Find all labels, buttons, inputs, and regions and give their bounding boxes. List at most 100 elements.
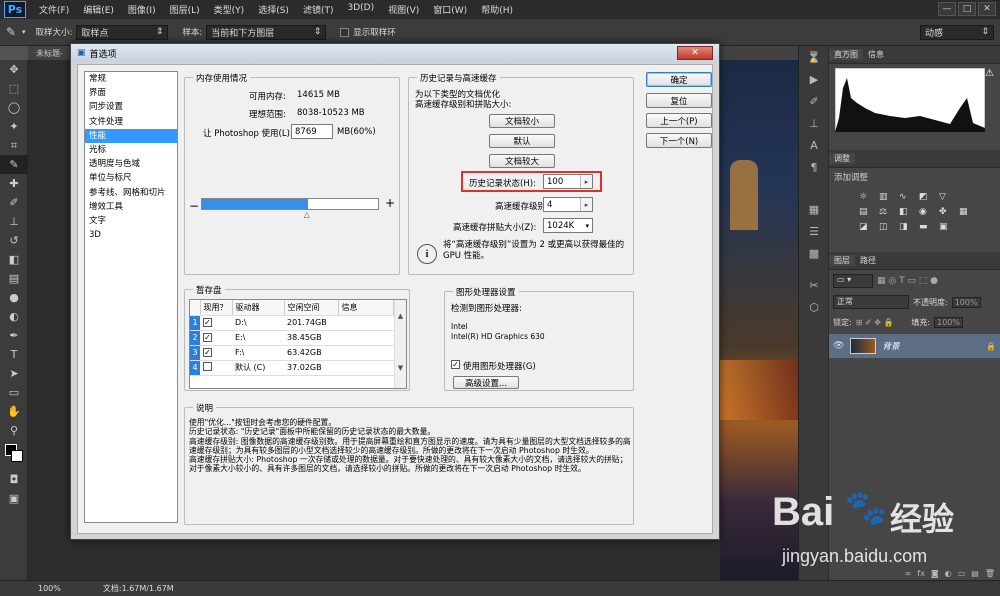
layer-name[interactable]: 背景 xyxy=(882,340,899,352)
dialog-titlebar[interactable]: ▣ 首选项 ✕ xyxy=(71,44,719,62)
use-gpu-checkbox[interactable]: ✓ xyxy=(451,360,460,369)
zoom-tool-icon[interactable]: ⚲ xyxy=(0,421,28,440)
selective-color-icon[interactable]: ▣ xyxy=(939,222,955,232)
active-checkbox[interactable]: ✓ xyxy=(203,318,212,328)
zoom-level[interactable]: 100% xyxy=(38,584,61,593)
menu-item[interactable]: 选择(S) xyxy=(251,3,296,16)
tile-size-select[interactable]: 1024K ▾ xyxy=(543,218,593,233)
character-panel-icon[interactable]: A xyxy=(799,134,829,156)
actions-panel-icon[interactable]: ▶ xyxy=(799,68,829,90)
color-swatches[interactable] xyxy=(0,440,28,470)
active-checkbox[interactable] xyxy=(203,362,212,371)
active-checkbox[interactable]: ✓ xyxy=(203,333,212,343)
memory-usage-input[interactable]: 8769 xyxy=(291,124,333,139)
category-item[interactable]: 常规 xyxy=(85,72,177,86)
lookup-icon[interactable]: ▦ xyxy=(959,207,975,217)
healing-brush-icon[interactable]: ✚ xyxy=(0,174,28,193)
memory-slider-thumb[interactable]: △ xyxy=(304,210,310,219)
screen-mode-icon[interactable]: ▣ xyxy=(0,489,28,508)
menu-item[interactable]: 窗口(W) xyxy=(426,3,474,16)
ok-button[interactable]: 确定 xyxy=(646,72,712,87)
scratch-disk-row[interactable]: 2 ✓ E:\ 38.45GB xyxy=(190,330,394,346)
next-button[interactable]: 下一个(N) xyxy=(646,133,712,148)
layer-comps-icon[interactable]: ▦ xyxy=(799,198,829,220)
tab-histogram[interactable]: 直方图 xyxy=(829,49,863,60)
drive-header[interactable]: 驱动器 xyxy=(232,300,285,316)
category-item[interactable]: 透明度与色域 xyxy=(85,157,177,171)
pen-tool-icon[interactable]: ✒ xyxy=(0,326,28,345)
mixer-icon[interactable]: ✤ xyxy=(939,207,955,217)
menu-item[interactable]: 3D(D) xyxy=(340,3,381,16)
history-brush-icon[interactable]: ↺ xyxy=(0,231,28,250)
category-item[interactable]: 性能 xyxy=(85,128,177,143)
exposure-icon[interactable]: ◩ xyxy=(919,192,935,202)
tab-adjustments[interactable]: 调整 xyxy=(829,153,855,164)
category-item[interactable]: 同步设置 xyxy=(85,100,177,114)
crop-tool-icon[interactable]: ⌗ xyxy=(0,136,28,155)
paragraph-panel-icon[interactable]: ¶ xyxy=(799,156,829,178)
info-header[interactable]: 信息 xyxy=(338,300,394,316)
balance-icon[interactable]: ⚖ xyxy=(879,207,895,217)
menu-item[interactable]: 滤镜(T) xyxy=(296,3,341,16)
layer-row-background[interactable]: 👁 背景 🔒 xyxy=(829,334,1000,358)
vibrance-icon[interactable]: ▽ xyxy=(939,192,955,202)
dodge-tool-icon[interactable]: ◐ xyxy=(0,307,28,326)
menu-item[interactable]: 图像(I) xyxy=(121,3,163,16)
clone-panel-icon[interactable]: ⊥ xyxy=(799,112,829,134)
filter-icons[interactable]: ▦ ◎ T ▭ ⬚ ● xyxy=(877,276,938,286)
menu-item[interactable]: 视图(V) xyxy=(381,3,426,16)
active-checkbox[interactable]: ✓ xyxy=(203,348,212,358)
category-item[interactable]: 界面 xyxy=(85,86,177,100)
magic-wand-icon[interactable]: ✦ xyxy=(0,117,28,136)
hand-tool-icon[interactable]: ✋ xyxy=(0,402,28,421)
stamp-tool-icon[interactable]: ⊥ xyxy=(0,212,28,231)
gradient-tool-icon[interactable]: ▤ xyxy=(0,269,28,288)
visibility-eye-icon[interactable]: 👁 xyxy=(833,341,844,351)
hue-icon[interactable]: ▤ xyxy=(859,207,875,217)
scratch-scrollbar[interactable]: ▲ ▼ xyxy=(394,300,406,388)
reset-button[interactable]: 复位 xyxy=(646,93,712,108)
3d-panel-icon[interactable]: ⬡ xyxy=(799,296,829,318)
history-panel-icon[interactable]: ⌛ xyxy=(799,46,829,68)
stepper-icon[interactable]: ▸ xyxy=(580,175,592,188)
tab-layers[interactable]: 图层 xyxy=(829,255,855,266)
workspace-select[interactable]: 动感 ⇕ xyxy=(920,24,994,40)
lasso-tool-icon[interactable]: ◯ xyxy=(0,98,28,117)
layer-kind-filter[interactable]: ▭ ▾ xyxy=(833,274,873,288)
category-item[interactable]: 文件处理 xyxy=(85,115,177,129)
chevron-down-icon[interactable]: ▾ xyxy=(22,28,26,36)
menu-item[interactable]: 帮助(H) xyxy=(474,3,520,16)
category-item[interactable]: 3D xyxy=(85,228,177,242)
big-flat-button[interactable]: 文档较大 xyxy=(489,154,555,168)
sample-select[interactable]: 当前和下方图层 ⇕ xyxy=(206,24,327,40)
minimize-button[interactable]: — xyxy=(938,2,956,16)
bw-icon[interactable]: ◧ xyxy=(899,207,915,217)
tools-panel-icon[interactable]: ✂ xyxy=(799,274,829,296)
active-cell[interactable]: ✓ xyxy=(200,345,232,361)
brush-tool-icon[interactable]: ✐ xyxy=(0,193,28,212)
gradient-map-icon[interactable]: ▬ xyxy=(919,222,935,232)
eraser-tool-icon[interactable]: ◧ xyxy=(0,250,28,269)
opacity-value[interactable]: 100% xyxy=(951,296,981,308)
maximize-button[interactable]: □ xyxy=(958,2,976,16)
scratch-disk-row[interactable]: 1 ✓ D:\ 201.74GB xyxy=(190,315,394,331)
tab-info[interactable]: 信息 xyxy=(863,49,889,60)
menu-item[interactable]: 图层(L) xyxy=(163,3,207,16)
tall-thin-button[interactable]: 文档较小 xyxy=(489,114,555,128)
menu-item[interactable]: 文件(F) xyxy=(32,3,76,16)
active-cell[interactable]: ✓ xyxy=(200,330,232,346)
curves-icon[interactable]: ∿ xyxy=(899,192,915,202)
invert-icon[interactable]: ◪ xyxy=(859,222,875,232)
menu-item[interactable]: 类型(Y) xyxy=(207,3,252,16)
category-item[interactable]: 增效工具 xyxy=(85,200,177,214)
scroll-up-icon[interactable]: ▲ xyxy=(395,312,406,320)
active-cell[interactable] xyxy=(200,360,232,376)
lock-icons[interactable]: ⊞ ✐ ✥ 🔒 xyxy=(856,318,894,327)
marquee-tool-icon[interactable]: ⬚ xyxy=(0,79,28,98)
move-tool-icon[interactable]: ✥ xyxy=(0,60,28,79)
memory-slider[interactable]: △ xyxy=(201,198,379,219)
warning-icon[interactable]: ⚠ xyxy=(985,68,994,79)
dialog-close-button[interactable]: ✕ xyxy=(677,46,713,60)
background-color[interactable] xyxy=(11,450,23,462)
path-select-icon[interactable]: ➤ xyxy=(0,364,28,383)
